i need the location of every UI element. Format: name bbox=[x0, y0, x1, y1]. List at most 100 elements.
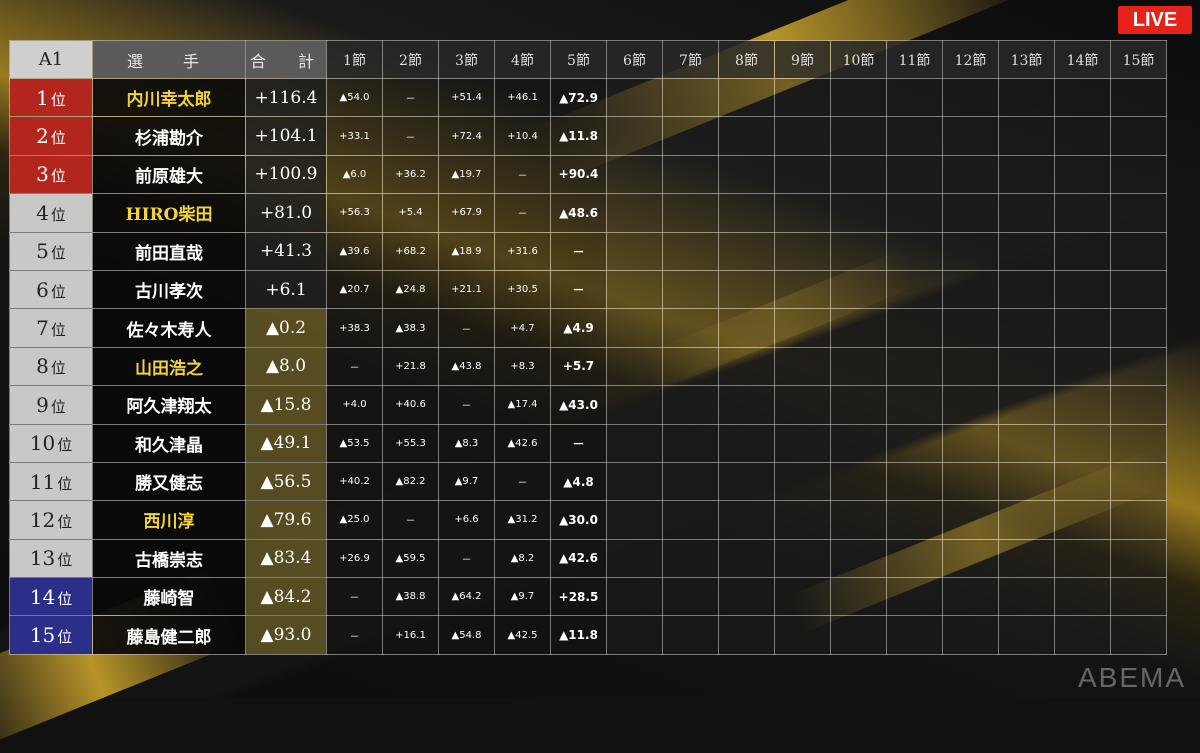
empty-round-cell bbox=[774, 615, 831, 655]
empty-round-cell bbox=[662, 615, 719, 655]
empty-round-cell bbox=[662, 269, 719, 310]
rank-cell: 15 位 bbox=[9, 615, 93, 655]
empty-round-cell bbox=[718, 116, 775, 156]
rank-number: 11 bbox=[29, 469, 56, 494]
table-row: 4 位 HIRO柴田 +81.0 +56.3 +5.4 +67.9 － ▲48.6 bbox=[9, 193, 1167, 233]
empty-round-cell bbox=[830, 116, 887, 156]
empty-round-cell bbox=[606, 116, 663, 156]
empty-round-cell bbox=[998, 461, 1055, 502]
empty-round-cell bbox=[606, 500, 663, 540]
round-score: ▲4.9 bbox=[550, 308, 607, 348]
empty-round-cell bbox=[830, 193, 887, 233]
empty-round-cell bbox=[774, 538, 831, 579]
empty-round-cell bbox=[1110, 538, 1167, 579]
round-score: ▲48.6 bbox=[550, 193, 607, 233]
empty-round-cell bbox=[998, 193, 1055, 233]
player-name: 内川幸太郎 bbox=[92, 77, 246, 118]
player-name: 勝又健志 bbox=[92, 461, 246, 502]
empty-round-cell bbox=[1054, 346, 1111, 387]
round-score: － bbox=[494, 193, 551, 233]
empty-round-cell bbox=[718, 308, 775, 348]
empty-round-cell bbox=[718, 154, 775, 195]
player-name: 佐々木寿人 bbox=[92, 308, 246, 348]
empty-round-cell bbox=[830, 77, 887, 118]
round-score: ▲11.8 bbox=[550, 116, 607, 156]
rank-cell: 5位 bbox=[9, 231, 93, 271]
empty-round-cell bbox=[942, 193, 999, 233]
round-score: +33.1 bbox=[326, 116, 383, 156]
rank-cell: 7位 bbox=[9, 308, 93, 348]
round-score: +16.1 bbox=[382, 615, 439, 655]
table-row: 9 位阿久津翔太 ▲15.8 +4.0 +40.6 － ▲17.4 ▲43.0 bbox=[9, 385, 1167, 425]
round-header-2: 2節 bbox=[382, 40, 439, 79]
rank-cell: 9位 bbox=[9, 385, 93, 425]
empty-round-cell bbox=[886, 231, 943, 271]
round-header-14: 14節 bbox=[1054, 40, 1111, 79]
empty-round-cell bbox=[774, 461, 831, 502]
round-score: ▲19.7 bbox=[438, 154, 495, 195]
empty-round-cell bbox=[1110, 77, 1167, 118]
table-row: 7 位佐々木寿人 ▲0.2 +38.3 ▲38.3 － +4.7 ▲4.9 bbox=[9, 308, 1167, 348]
rank-cell: 6位 bbox=[9, 269, 93, 310]
empty-round-cell bbox=[606, 193, 663, 233]
round-score: ▲30.0 bbox=[550, 500, 607, 540]
total-score: ▲56.5 bbox=[245, 461, 327, 502]
player-name: 阿久津翔太 bbox=[92, 385, 246, 425]
round-score: ▲24.8 bbox=[382, 269, 439, 310]
rank-unit: 位 bbox=[50, 282, 66, 301]
empty-round-cell bbox=[1054, 154, 1111, 195]
round-score: ▲9.7 bbox=[494, 577, 551, 617]
empty-round-cell bbox=[1110, 269, 1167, 310]
empty-round-cell bbox=[886, 269, 943, 310]
empty-round-cell bbox=[998, 538, 1055, 579]
empty-round-cell bbox=[1054, 231, 1111, 271]
round-score: +4.0 bbox=[326, 385, 383, 425]
round-score: ▲43.0 bbox=[550, 385, 607, 425]
player-name: 藤島健二郎 bbox=[92, 615, 246, 655]
empty-round-cell bbox=[718, 538, 775, 579]
empty-round-cell bbox=[606, 461, 663, 502]
empty-round-cell bbox=[942, 538, 999, 579]
round-score: － bbox=[382, 77, 439, 118]
empty-round-cell bbox=[662, 538, 719, 579]
empty-round-cell bbox=[774, 346, 831, 387]
empty-round-cell bbox=[1054, 500, 1111, 540]
empty-round-cell bbox=[718, 615, 775, 655]
empty-round-cell bbox=[998, 500, 1055, 540]
round-score: ▲20.7 bbox=[326, 269, 383, 310]
empty-round-cell bbox=[606, 538, 663, 579]
empty-round-cell bbox=[774, 193, 831, 233]
rank-unit: 位 bbox=[50, 205, 66, 224]
empty-round-cell bbox=[886, 116, 943, 156]
empty-round-cell bbox=[1054, 269, 1111, 310]
total-score: ▲8.0 bbox=[245, 346, 327, 387]
empty-round-cell bbox=[718, 346, 775, 387]
total-score: ▲49.1 bbox=[245, 423, 327, 463]
empty-round-cell bbox=[1110, 385, 1167, 425]
round-score: － bbox=[326, 577, 383, 617]
total-score: +100.9 bbox=[245, 154, 327, 195]
round-score: +56.3 bbox=[326, 193, 383, 233]
round-score: ▲72.9 bbox=[550, 77, 607, 118]
round-score: +5.7 bbox=[550, 346, 607, 387]
empty-round-cell bbox=[942, 116, 999, 156]
round-score: － bbox=[326, 346, 383, 387]
empty-round-cell bbox=[942, 231, 999, 271]
empty-round-cell bbox=[662, 154, 719, 195]
empty-round-cell bbox=[1054, 615, 1111, 655]
rank-number: 8 bbox=[36, 354, 49, 379]
empty-round-cell bbox=[1054, 461, 1111, 502]
abema-watermark: ABEMA bbox=[1077, 662, 1186, 693]
empty-round-cell bbox=[662, 500, 719, 540]
rank-cell: 8位 bbox=[9, 346, 93, 387]
table-row: 12 位西川淳 ▲79.6 ▲25.0 － +6.6 ▲31.2 ▲30.0 bbox=[9, 500, 1167, 540]
total-score: +41.3 bbox=[245, 231, 327, 271]
round-score: ▲39.6 bbox=[326, 231, 383, 271]
empty-round-cell bbox=[1054, 77, 1111, 118]
empty-round-cell bbox=[606, 154, 663, 195]
empty-round-cell bbox=[718, 77, 775, 118]
empty-round-cell bbox=[606, 423, 663, 463]
rank-number: 5 bbox=[36, 239, 49, 264]
empty-round-cell bbox=[830, 385, 887, 425]
empty-round-cell bbox=[662, 385, 719, 425]
